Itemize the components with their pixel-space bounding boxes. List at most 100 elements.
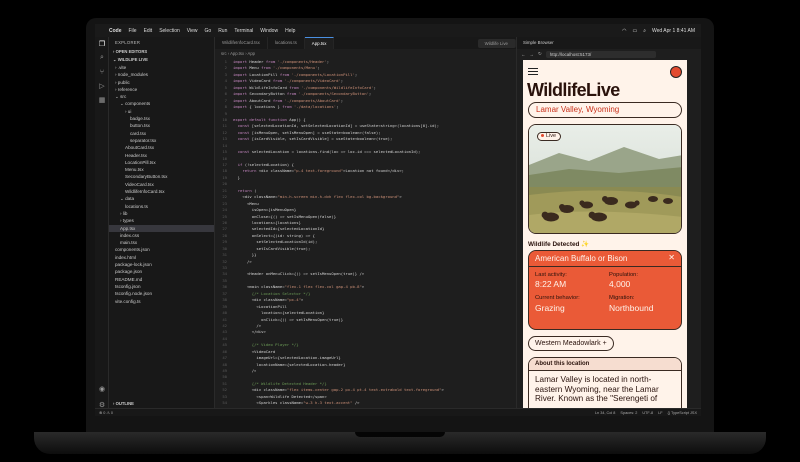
tree-item[interactable]: ⌄ components xyxy=(109,100,214,107)
tree-item[interactable]: WildlifeInfoCard.tsx xyxy=(109,188,214,195)
last-activity-label: Last activity: xyxy=(535,272,567,278)
tree-item[interactable]: AboutCard.tsx xyxy=(109,144,214,151)
tree-item[interactable]: card.tsx xyxy=(109,130,214,137)
run-debug-icon[interactable]: ▷ xyxy=(95,79,109,93)
tree-item[interactable]: README.md xyxy=(109,276,214,283)
tree-item[interactable]: App.tsx xyxy=(109,224,214,232)
code-text: <Header onMenuClick={() => setIsMenuOpen… xyxy=(233,271,365,277)
code-text: const [isCardVisible, setIsCardVisible] … xyxy=(237,136,393,142)
breadcrumb[interactable]: src › App.tsx › App xyxy=(215,49,516,58)
tab-locations-ts[interactable]: locations.ts xyxy=(268,37,305,49)
menu-view[interactable]: View xyxy=(187,28,198,34)
tree-item[interactable]: › node_modules xyxy=(109,71,214,78)
last-activity-value: 8:22 AM xyxy=(535,279,567,289)
menu-run[interactable]: Run xyxy=(218,28,227,34)
tree-item[interactable]: › reference xyxy=(109,86,214,93)
laptop-notch xyxy=(355,432,445,437)
code-text: /> xyxy=(233,368,257,373)
menu-edit[interactable]: Edit xyxy=(144,28,153,34)
code-text: <Sparkles className="w-3 h-3 text-accent… xyxy=(233,400,360,406)
open-editors-section[interactable]: › OPEN EDITORS xyxy=(109,48,214,56)
tree-item[interactable]: SecondaryButton.tsx xyxy=(109,173,214,180)
simple-browser-panel: Simple Browser ← → ↻ http://localhost:51… xyxy=(516,37,701,416)
menu-help[interactable]: Help xyxy=(285,28,295,34)
tree-item[interactable]: › ui xyxy=(109,108,214,115)
tree-item[interactable]: Menu.tsx xyxy=(109,166,214,173)
tab-wildlifeinfocard-tsx[interactable]: WildlifeInfoCard.tsx xyxy=(215,37,268,49)
tree-item[interactable]: locations.ts xyxy=(109,203,214,210)
command-search-input[interactable]: Wildlife Live xyxy=(477,38,516,48)
tree-item[interactable]: ⌄ data xyxy=(109,195,214,202)
tree-item[interactable]: package-lock.json xyxy=(109,261,214,268)
search-icon[interactable]: ⌕ xyxy=(643,28,646,34)
menu-terminal[interactable]: Terminal xyxy=(234,28,253,34)
population-value: 4,000 xyxy=(609,279,631,289)
forward-icon[interactable]: → xyxy=(530,52,535,57)
code-line[interactable]: 54 <Sparkles className="w-3 h-3 text-acc… xyxy=(215,400,516,406)
menu-window[interactable]: Window xyxy=(260,28,278,34)
tree-item[interactable]: Header.tsx xyxy=(109,152,214,159)
back-icon[interactable]: ← xyxy=(521,52,526,57)
code-area[interactable]: 1 import Header from './components/Header… xyxy=(215,59,516,407)
tree-item[interactable]: › types xyxy=(109,217,214,224)
live-badge: Live xyxy=(537,132,562,141)
menu-selection[interactable]: Selection xyxy=(159,28,180,34)
live-video-card[interactable]: Live xyxy=(528,124,682,234)
tree-item[interactable]: components.json xyxy=(109,246,214,253)
problems-count[interactable]: ⊗ 0 ⚠ 0 xyxy=(99,410,113,415)
about-title: About this location xyxy=(529,358,681,371)
status-item[interactable]: Spaces: 2 xyxy=(620,411,637,415)
screen: Code File Edit Selection View Go Run Terminal W… xyxy=(95,24,701,416)
battery-icon[interactable]: ▭ xyxy=(632,28,637,34)
tree-item[interactable]: main.tsx xyxy=(109,239,214,246)
code-text: import { locations } from './data/locati… xyxy=(233,104,339,110)
tree-item[interactable]: tsconfig.json xyxy=(109,283,214,290)
hamburger-menu-icon[interactable] xyxy=(528,68,538,75)
tree-item[interactable]: VideoCard.tsx xyxy=(109,181,214,188)
tab-app-tsx[interactable]: App.tsx xyxy=(304,37,335,49)
avatar[interactable] xyxy=(670,66,682,78)
menu-go[interactable]: Go xyxy=(205,28,212,34)
tree-item[interactable]: package.json xyxy=(109,268,214,275)
files-icon[interactable]: ❐ xyxy=(95,37,109,51)
close-icon[interactable]: ✕ xyxy=(668,253,675,262)
status-item[interactable]: UTF-8 xyxy=(642,411,653,415)
outline-label: OUTLINE xyxy=(115,401,134,406)
mac-menubar: Code File Edit Selection View Go Run Terminal W… xyxy=(95,24,701,37)
datetime[interactable]: Wed Apr 1 8:41 AM xyxy=(652,28,695,34)
outline-section[interactable]: › OUTLINE xyxy=(109,400,215,408)
source-control-icon[interactable]: ⑂ xyxy=(95,65,109,79)
tree-item[interactable]: ⌄ src xyxy=(109,93,214,100)
extensions-icon[interactable]: ▦ xyxy=(95,93,109,107)
tree-item[interactable]: › .vite xyxy=(109,64,214,71)
status-item[interactable]: LF xyxy=(658,411,662,415)
location-pill[interactable]: Lamar Valley, Wyoming xyxy=(528,102,682,118)
tree-item[interactable]: index.html xyxy=(109,254,214,261)
tree-item[interactable]: vite.config.ts xyxy=(109,298,214,305)
tree-item[interactable]: badge.tsx xyxy=(109,115,214,122)
wifi-icon[interactable]: ◠ xyxy=(622,28,626,34)
url-input[interactable]: http://localhost:5173/ xyxy=(545,50,656,58)
menu-app[interactable]: Code xyxy=(109,28,122,34)
status-item[interactable]: {} TypeScript JSX xyxy=(668,411,697,415)
reload-icon[interactable]: ↻ xyxy=(538,51,542,57)
tree-item[interactable]: LocationPill.tsx xyxy=(109,159,214,166)
status-item[interactable]: Ln 34, Col 8 xyxy=(595,411,615,415)
tree-item[interactable]: › lib xyxy=(109,210,214,217)
code-text: /> xyxy=(233,258,252,264)
tree-item[interactable]: › public xyxy=(109,79,214,86)
editor-tabs: WildlifeInfoCard.tsx locations.ts App.tsx W… xyxy=(215,37,516,49)
about-card: About this location Lamar Valley is loca… xyxy=(528,357,682,410)
next-species-button[interactable]: Western Meadowlark + xyxy=(528,336,614,351)
tree-item[interactable]: tsconfig.node.json xyxy=(109,290,214,297)
file-tree: › .vite › node_modules › public › reference… xyxy=(109,64,214,305)
tree-item[interactable]: separator.tsx xyxy=(109,137,214,144)
project-section[interactable]: ⌄ WILDLIFE LIVE xyxy=(109,56,214,64)
tree-item[interactable]: button.tsx xyxy=(109,122,214,129)
code-editor[interactable]: WildlifeInfoCard.tsx locations.ts App.tsx W… xyxy=(215,37,516,416)
account-icon[interactable]: ◉ xyxy=(95,382,109,396)
browser-tab[interactable]: Simple Browser xyxy=(517,37,701,49)
tree-item[interactable]: index.css xyxy=(109,232,214,239)
menu-file[interactable]: File xyxy=(129,28,137,34)
search-icon[interactable]: ⌕ xyxy=(95,51,109,65)
